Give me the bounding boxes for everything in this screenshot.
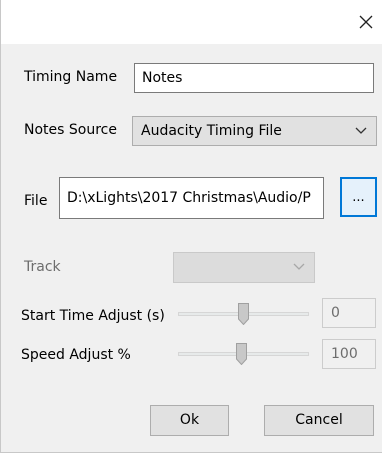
track-label: Track (24, 259, 61, 275)
start-time-slider-thumb[interactable] (238, 303, 249, 325)
file-path-input[interactable]: D:\xLights\2017 Christmas\Audio/P (59, 177, 324, 219)
file-label: File (24, 193, 48, 209)
notes-source-label: Notes Source (24, 122, 117, 138)
start-time-adjust-label: Start Time Adjust (s) (21, 308, 165, 324)
notes-source-value: Audacity Timing File (141, 123, 282, 139)
notes-source-dropdown[interactable]: Audacity Timing File (132, 116, 377, 146)
browse-label: ... (352, 190, 365, 205)
chevron-down-icon (293, 263, 305, 270)
start-time-adjust-value[interactable]: 0 (322, 298, 376, 328)
speed-adjust-label: Speed Adjust % (21, 347, 131, 363)
ok-button[interactable]: Ok (150, 405, 229, 436)
speed-slider-thumb[interactable] (236, 343, 247, 365)
timing-dialog: Timing Name Notes Notes Source Audacity … (0, 0, 382, 453)
chevron-down-icon (355, 127, 367, 134)
timing-name-label: Timing Name (24, 69, 118, 85)
browse-button[interactable]: ... (340, 177, 377, 217)
speed-adjust-value[interactable]: 100 (322, 339, 376, 369)
title-bar (1, 0, 382, 44)
close-icon[interactable] (358, 14, 374, 30)
cancel-button[interactable]: Cancel (264, 405, 374, 436)
track-dropdown[interactable] (173, 252, 315, 283)
timing-name-input[interactable]: Notes (134, 63, 374, 93)
